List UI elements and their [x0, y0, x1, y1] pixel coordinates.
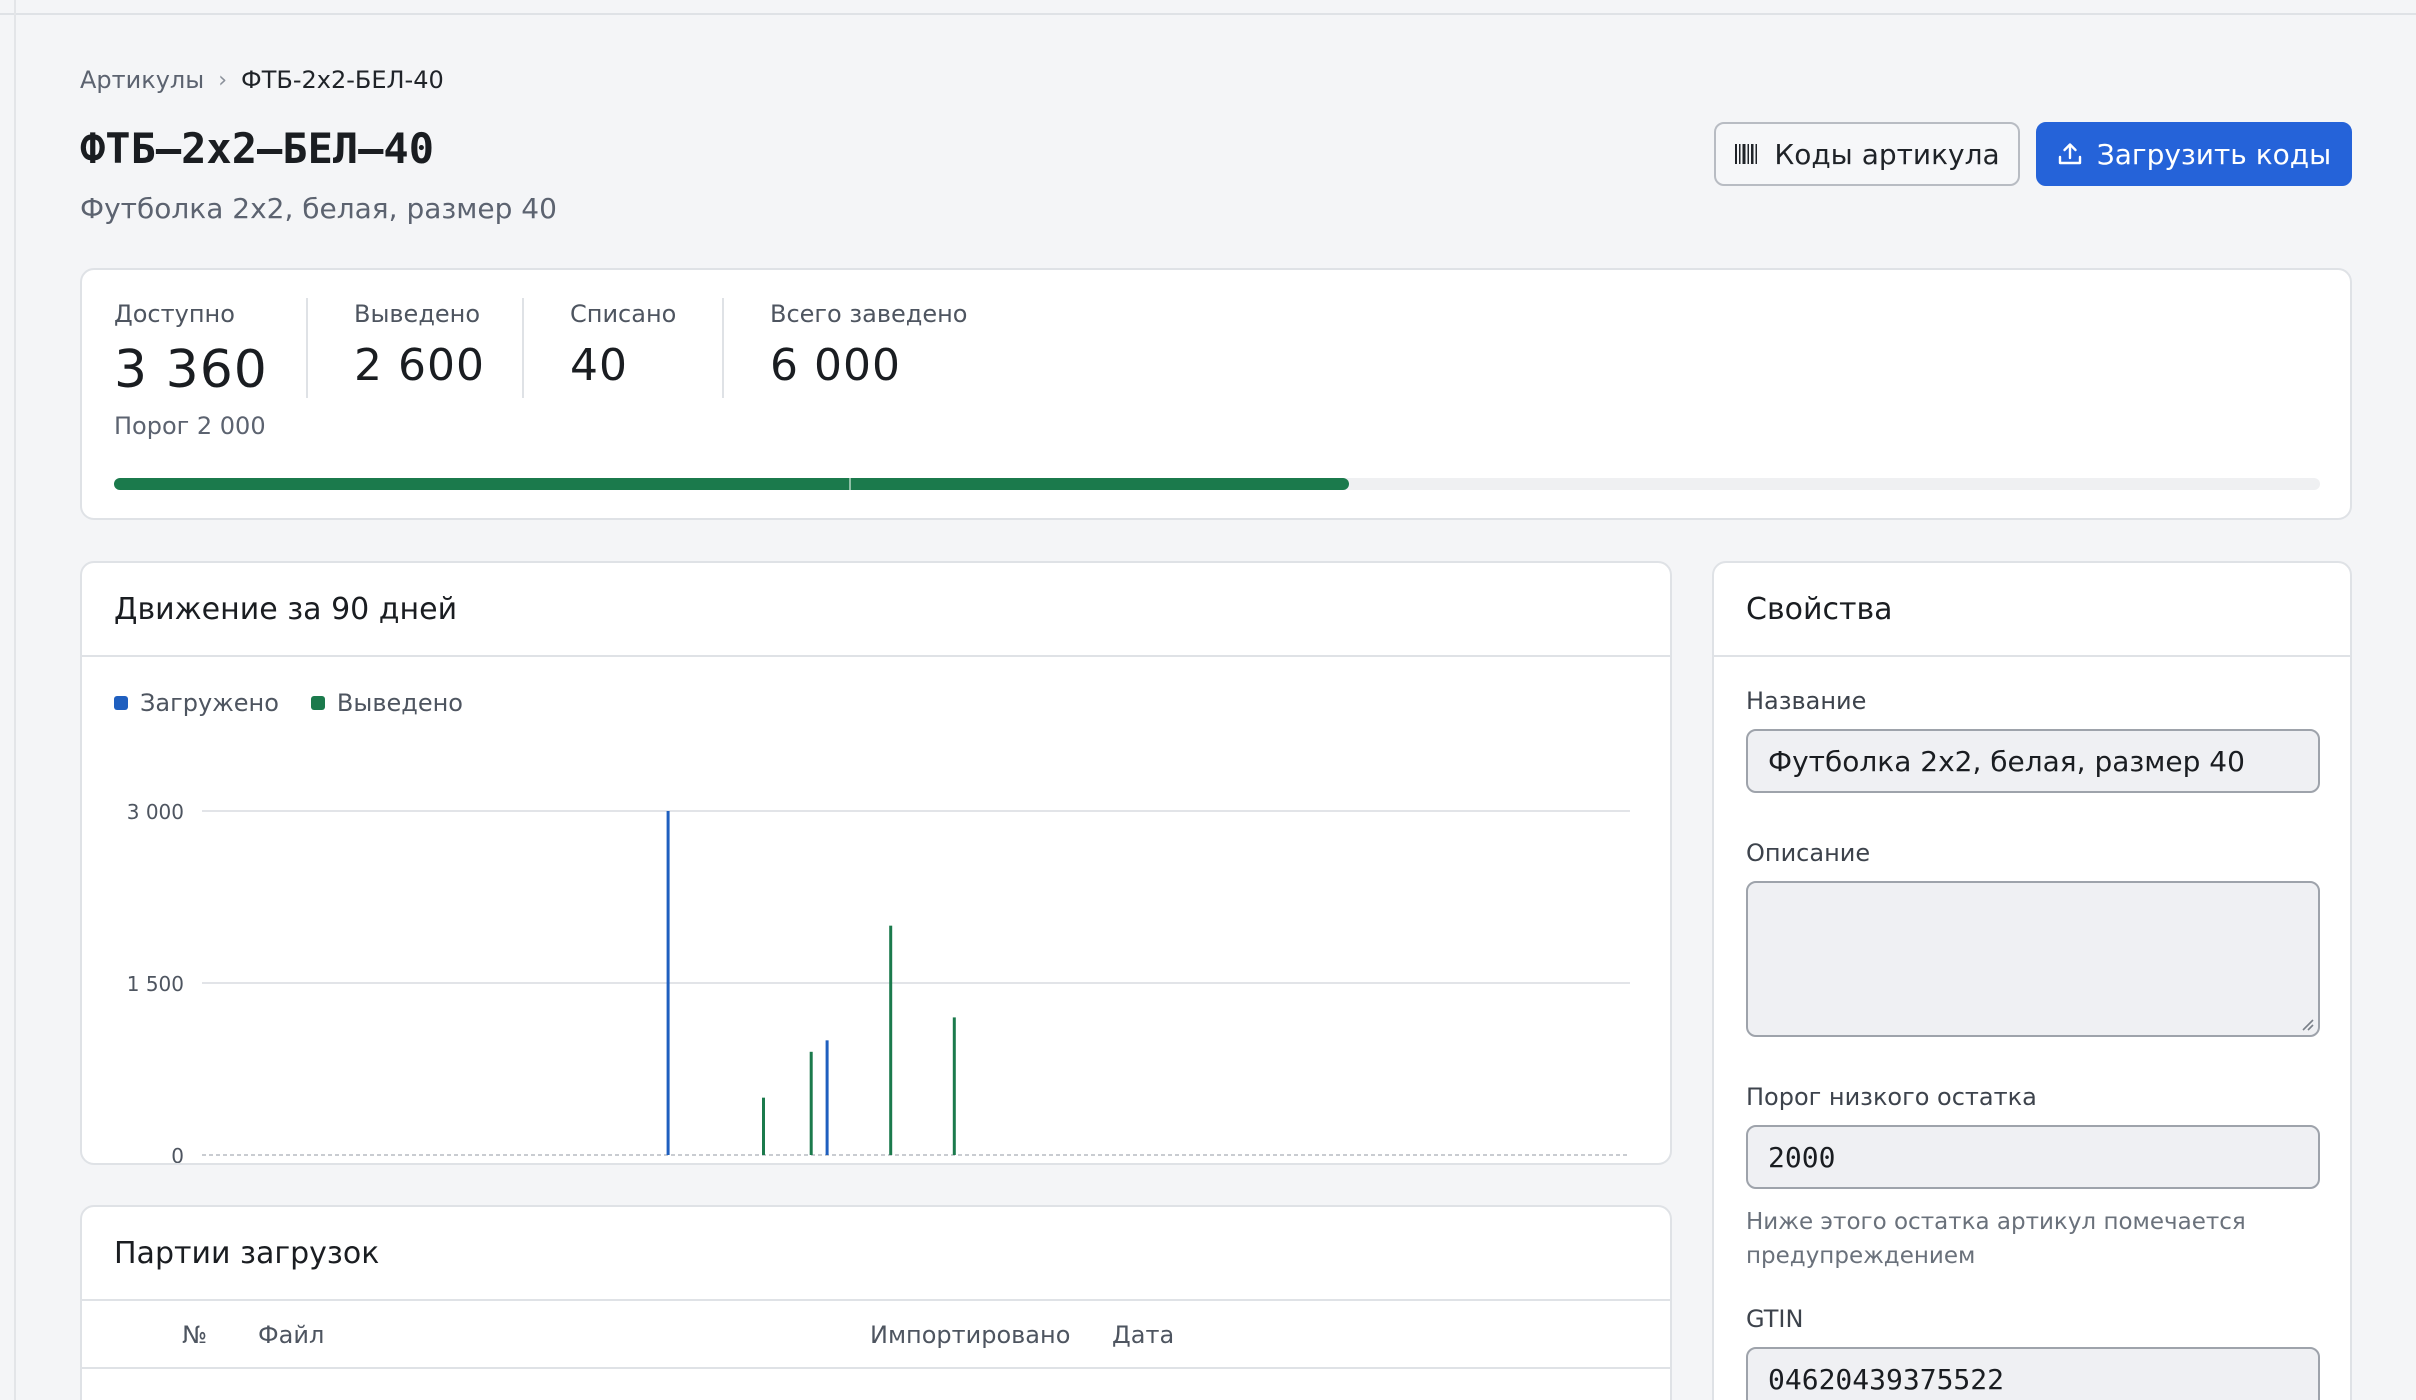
sidebar-edge — [14, 0, 16, 1400]
stat-divider — [306, 298, 308, 398]
stat-withdrawn-value: 2 600 — [354, 340, 485, 391]
breadcrumb-articles-link[interactable]: Артикулы — [80, 66, 204, 94]
column-imported: Импортировано — [870, 1321, 1071, 1349]
stat-withdrawn-label: Выведено — [354, 300, 481, 328]
bar-loaded — [825, 1040, 829, 1155]
stat-total-value: 6 000 — [770, 340, 901, 391]
breadcrumb: Артикулы › ФТБ-2х2-БЕЛ-40 — [80, 66, 444, 94]
properties-title: Свойства — [1714, 563, 2350, 657]
movement-chart: 01 5003 00009.0518.0527.0505.0614.0623.0… — [127, 800, 1630, 1163]
gtin-label: GTIN — [1746, 1305, 1804, 1333]
stat-total: Всего заведено 6 000 — [770, 300, 967, 391]
stat-available-label: Доступно — [114, 300, 235, 328]
batches-title: Партии загрузок — [82, 1207, 1670, 1301]
column-file: Файл — [258, 1321, 325, 1349]
stock-progress-bar — [114, 478, 2320, 490]
stock-progress-marker — [848, 478, 851, 490]
y-tick-label: 1 500 — [127, 972, 184, 996]
description-textarea[interactable] — [1746, 881, 2320, 1037]
stat-available: Доступно 3 360 Порог 2 000 — [114, 300, 268, 440]
chevron-right-icon: › — [218, 67, 228, 93]
legend-swatch-loaded — [114, 696, 128, 710]
stat-writtenoff-value: 40 — [570, 340, 628, 391]
description-label: Описание — [1746, 839, 1871, 867]
article-codes-label: Коды артикула — [1774, 137, 2000, 171]
chart-legend: Загружено Выведено — [114, 689, 463, 717]
top-bar — [0, 0, 2416, 15]
stat-withdrawn: Выведено 2 600 — [354, 300, 485, 391]
stat-total-label: Всего заведено — [770, 300, 968, 328]
legend-label-loaded: Загружено — [140, 689, 279, 717]
y-tick-label: 0 — [171, 1144, 184, 1163]
legend-item-loaded: Загружено — [114, 689, 279, 717]
movement-chart-card: Движение за 90 дней Загружено Выведено 0… — [80, 561, 1672, 1165]
bar-withdrawn — [762, 1097, 765, 1155]
column-number: № — [182, 1321, 207, 1349]
upload-codes-button[interactable]: Загрузить коды — [2036, 122, 2352, 186]
low-stock-threshold-hint: Ниже этого остатка артикул помечается пр… — [1746, 1209, 2246, 1269]
column-date: Дата — [1112, 1321, 1175, 1349]
bar-loaded — [666, 811, 670, 1155]
legend-item-withdrawn: Выведено — [310, 689, 463, 717]
resize-grip-icon[interactable] — [2300, 1017, 2314, 1031]
page-subtitle: Футболка 2х2, белая, размер 40 — [80, 192, 557, 225]
stock-stats-card: Доступно 3 360 Порог 2 000 Выведено 2 60… — [80, 268, 2352, 520]
bar-withdrawn — [952, 1017, 956, 1155]
name-label: Название — [1746, 687, 1867, 715]
chart-title: Движение за 90 дней — [82, 563, 1670, 657]
bar-withdrawn — [889, 925, 893, 1155]
stat-available-value: 3 360 — [114, 340, 268, 400]
legend-swatch-withdrawn — [310, 696, 325, 710]
name-input[interactable]: Футболка 2х2, белая, размер 40 — [1746, 729, 2320, 793]
gtin-input[interactable]: 04620439375522 — [1746, 1347, 2320, 1400]
properties-card: Свойства Название Футболка 2х2, белая, р… — [1712, 561, 2352, 1400]
stat-divider — [722, 298, 724, 398]
article-codes-button[interactable]: Коды артикула — [1714, 122, 2020, 186]
stock-progress-fill — [114, 478, 1350, 490]
low-stock-threshold-label: Порог низкого остатка — [1746, 1083, 2037, 1111]
stat-divider — [522, 298, 524, 398]
legend-label-withdrawn: Выведено — [336, 689, 463, 717]
page-title: ФТБ–2х2–БЕЛ–40 — [80, 124, 435, 173]
low-stock-threshold-input[interactable]: 2000 — [1746, 1125, 2320, 1189]
barcode-icon — [1734, 143, 1760, 165]
breadcrumb-current: ФТБ-2х2-БЕЛ-40 — [241, 66, 444, 94]
y-tick-label: 3 000 — [127, 800, 184, 824]
upload-icon — [2057, 141, 2083, 167]
upload-batches-card: Партии загрузок № Файл Импортировано Дат… — [80, 1205, 1672, 1400]
bar-withdrawn — [809, 1051, 813, 1155]
batches-table-header: № Файл Импортировано Дата — [82, 1301, 1670, 1369]
upload-codes-label: Загрузить коды — [2096, 137, 2332, 171]
stat-writtenoff: Списано 40 — [570, 300, 676, 391]
stat-threshold-text: Порог 2 000 — [114, 412, 266, 440]
stat-writtenoff-label: Списано — [570, 300, 677, 328]
